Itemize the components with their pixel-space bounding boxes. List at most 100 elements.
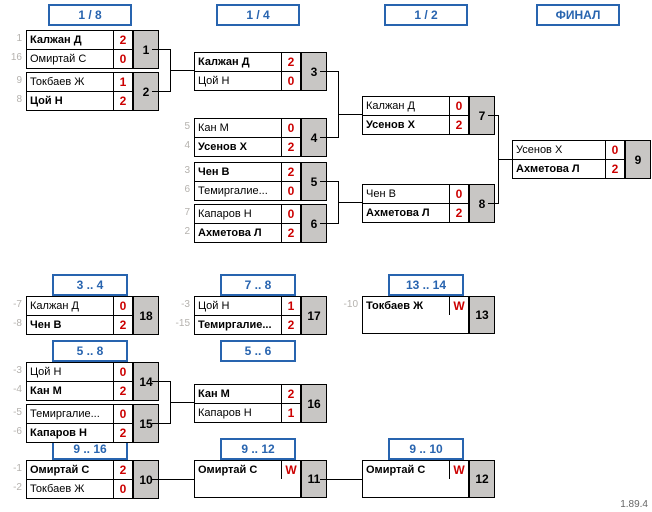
sub-round-header: 3 .. 4	[52, 274, 128, 296]
round-header: 1 / 2	[384, 4, 468, 26]
round-header: 1 / 8	[48, 4, 132, 26]
player-name: Калжан Д	[363, 97, 450, 115]
match-5: 36Чен В2Темиргалие...05	[194, 162, 327, 201]
match-body: Темиргалие...0Капаров Н215	[26, 404, 159, 443]
match-2: 98Токбаев Ж1Цой Н22	[26, 72, 159, 111]
round-header: 1 / 4	[216, 4, 300, 26]
sub-round-header: 5 .. 6	[220, 340, 296, 362]
score: 0	[114, 363, 132, 381]
score: 0	[114, 480, 132, 498]
score: 2	[450, 116, 468, 134]
match-body: Токбаев Ж1Цой Н22	[26, 72, 159, 111]
player-name: Токбаев Ж	[27, 73, 114, 91]
match-10: -1-2Омиртай С2Токбаев Ж010	[26, 460, 159, 499]
score: 2	[114, 424, 132, 442]
match-number: 13	[468, 297, 494, 333]
player-name: Кан М	[195, 119, 282, 137]
match-body: Омиртай СW11	[194, 460, 327, 498]
player-name: Токбаев Ж	[363, 297, 450, 315]
seed: 2	[174, 223, 190, 241]
score: 2	[606, 160, 624, 178]
seed: 5	[174, 118, 190, 136]
match-body: Капаров Н0Ахметова Л26	[194, 204, 327, 243]
version-footer: 1.89.4	[620, 499, 648, 510]
match-15: -5-6Темиргалие...0Капаров Н215	[26, 404, 159, 443]
seed: -7	[6, 296, 22, 314]
match-body: Калжан Д0Чен В218	[26, 296, 159, 335]
bracket-connector	[152, 49, 170, 50]
seed: 4	[174, 137, 190, 155]
player-name: Калжан Д	[27, 31, 114, 49]
match-13: -10Токбаев ЖW13	[362, 296, 495, 334]
match-body: Омиртай С2Токбаев Ж010	[26, 460, 159, 499]
match-number: 17	[300, 297, 326, 334]
player-name: Ахметова Л	[195, 224, 282, 242]
bracket-connector	[152, 381, 170, 382]
match-body: Калжан Д0Усенов Х27	[362, 96, 495, 135]
match-body: Цой Н1Темиргалие...217	[194, 296, 327, 335]
player-name: Цой Н	[195, 72, 282, 90]
seed: -15	[174, 315, 190, 333]
player-name: Ахметова Л	[363, 204, 450, 222]
player-name: Калжан Д	[27, 297, 114, 315]
match-body: Чен В0Ахметова Л28	[362, 184, 495, 223]
score: W	[450, 461, 468, 479]
match-number: 18	[132, 297, 158, 334]
match-17: -3-15Цой Н1Темиргалие...217	[194, 296, 327, 335]
seed: -8	[6, 315, 22, 333]
sub-round-header: 13 .. 14	[388, 274, 464, 296]
player-name: Чен В	[363, 185, 450, 203]
score: 0	[450, 185, 468, 203]
score: 2	[114, 382, 132, 400]
score: 0	[282, 119, 300, 137]
seed: -4	[6, 381, 22, 399]
match-number: 9	[624, 141, 650, 178]
bracket-connector	[320, 181, 338, 182]
seed: 9	[6, 72, 22, 90]
match-14: -3-4Цой Н0Кан М214	[26, 362, 159, 401]
bracket-connector	[152, 479, 194, 480]
score: 2	[114, 31, 132, 49]
player-name: Кан М	[195, 385, 282, 403]
score: 0	[114, 50, 132, 68]
sub-round-header: 9 .. 12	[220, 438, 296, 460]
player-name: Темиргалие...	[195, 316, 282, 334]
score: 2	[282, 385, 300, 403]
player-name: Омиртай С	[27, 50, 114, 68]
score: 0	[282, 182, 300, 200]
player-name: Токбаев Ж	[27, 480, 114, 498]
score: 2	[114, 461, 132, 479]
player-name: Омиртай С	[27, 461, 114, 479]
bracket-connector	[170, 70, 194, 71]
player-name: Усенов Х	[363, 116, 450, 134]
bracket-connector	[320, 71, 338, 72]
seed: -5	[6, 404, 22, 422]
seed: 8	[6, 91, 22, 109]
player-name: Кан М	[27, 382, 114, 400]
player-name: Цой Н	[195, 297, 282, 315]
match-9: Усенов Х0Ахметова Л29	[512, 140, 651, 179]
bracket-connector	[152, 423, 170, 424]
match-16: Кан М2Капаров Н116	[194, 384, 327, 423]
score: 0	[450, 97, 468, 115]
player-name: Омиртай С	[363, 461, 450, 479]
player-name: Усенов Х	[195, 138, 282, 156]
match-body: Омиртай СW12	[362, 460, 495, 498]
score: 2	[450, 204, 468, 222]
score: 2	[282, 53, 300, 71]
player-name: Цой Н	[27, 363, 114, 381]
score: W	[450, 297, 468, 315]
match-4: 54Кан М0Усенов Х24	[194, 118, 327, 157]
score: 2	[282, 224, 300, 242]
sub-round-header: 9 .. 10	[388, 438, 464, 460]
match-body: Цой Н0Кан М214	[26, 362, 159, 401]
bracket-connector	[488, 203, 498, 204]
round-header: ФИНАЛ	[536, 4, 620, 26]
seed: -10	[342, 296, 358, 314]
match-11: Омиртай СW11	[194, 460, 327, 498]
seed: -6	[6, 423, 22, 441]
seed: 6	[174, 181, 190, 199]
score: 2	[114, 316, 132, 334]
bracket-connector	[338, 114, 362, 115]
player-name: Ахметова Л	[513, 160, 606, 178]
